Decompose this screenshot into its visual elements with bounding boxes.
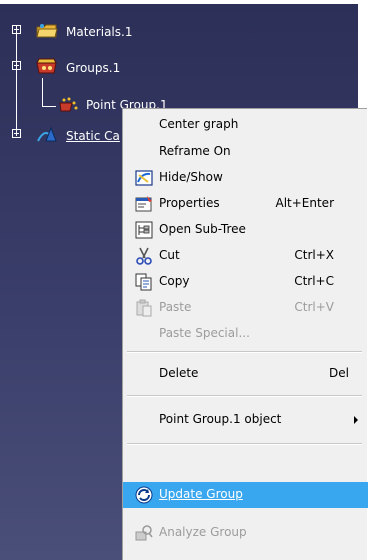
menu-item-cut[interactable]: Cut Ctrl+X [123,243,368,269]
top-border [0,0,358,4]
analyze-icon [135,524,153,542]
menu-item-delete[interactable]: Delete Del [123,361,368,387]
menu-label-point-group-object: Point Group.1 object [159,412,282,426]
menu-item-update-group[interactable]: Update Group [123,482,368,508]
menu-separator [127,351,362,353]
properties-shortcut: Alt+Enter [275,196,334,210]
menu-item-point-group-object[interactable]: Point Group.1 object [123,407,368,433]
sub-tree-icon [135,221,153,239]
properties-icon [135,195,153,213]
menu-item-properties[interactable]: Properties Alt+Enter [123,191,368,217]
copy-shortcut: Ctrl+C [294,274,334,288]
paste-icon [135,299,153,317]
tree-item-static-case[interactable]: Static Ca [66,128,120,144]
menu-item-analyze-group: Analyze Group [123,520,368,546]
point-group-icon [58,95,80,113]
folder-icon [36,22,58,40]
expand-materials-toggle[interactable] [12,25,21,34]
copy-icon [135,273,153,291]
menu-label-paste-special: Paste Special... [159,326,250,340]
menu-item-center-graph[interactable]: Center graph [123,112,368,138]
menu-label-center-graph: Center graph [159,117,239,131]
tree-connector-child-h [42,106,56,107]
menu-label-open-sub-tree: Open Sub-Tree [159,222,246,236]
menu-label-update-group: Update Group [159,487,243,501]
update-icon [135,486,153,504]
groups-icon [36,57,58,75]
tree-item-materials[interactable]: Materials.1 [66,24,132,40]
menu-item-hide-show[interactable]: Hide/Show [123,165,368,191]
expand-static-case-toggle[interactable] [12,129,21,138]
menu-item-reframe-on[interactable]: Reframe On [123,139,368,165]
paste-shortcut: Ctrl+V [294,300,334,314]
menu-item-open-sub-tree[interactable]: Open Sub-Tree [123,217,368,243]
menu-item-paste: Paste Ctrl+V [123,295,368,321]
menu-separator [127,443,362,445]
tree-connector-child [42,78,43,106]
menu-label-hide-show: Hide/Show [159,170,223,184]
tree-item-groups[interactable]: Groups.1 [66,60,120,76]
static-case-icon [36,125,58,143]
hide-show-icon [135,169,153,187]
menu-label-analyze-group: Analyze Group [159,525,247,539]
submenu-arrow-icon [354,416,358,424]
menu-label-copy: Copy [159,274,190,288]
menu-label-paste: Paste [159,300,192,314]
menu-item-copy[interactable]: Copy Ctrl+C [123,269,368,295]
menu-separator [127,395,362,397]
menu-label-delete: Delete [159,366,199,380]
menu-item-paste-special: Paste Special... [123,321,368,347]
menu-label-properties: Properties [159,196,220,210]
delete-shortcut: Del [329,366,349,380]
cut-shortcut: Ctrl+X [294,248,334,262]
menu-label-cut: Cut [159,248,180,262]
menu-label-reframe-on: Reframe On [159,144,231,158]
context-menu: Center graph Reframe On Hide/Show Proper… [122,108,368,560]
scissors-icon [135,247,153,265]
tree-connector-vertical [16,25,17,133]
collapse-groups-toggle[interactable] [12,61,21,70]
